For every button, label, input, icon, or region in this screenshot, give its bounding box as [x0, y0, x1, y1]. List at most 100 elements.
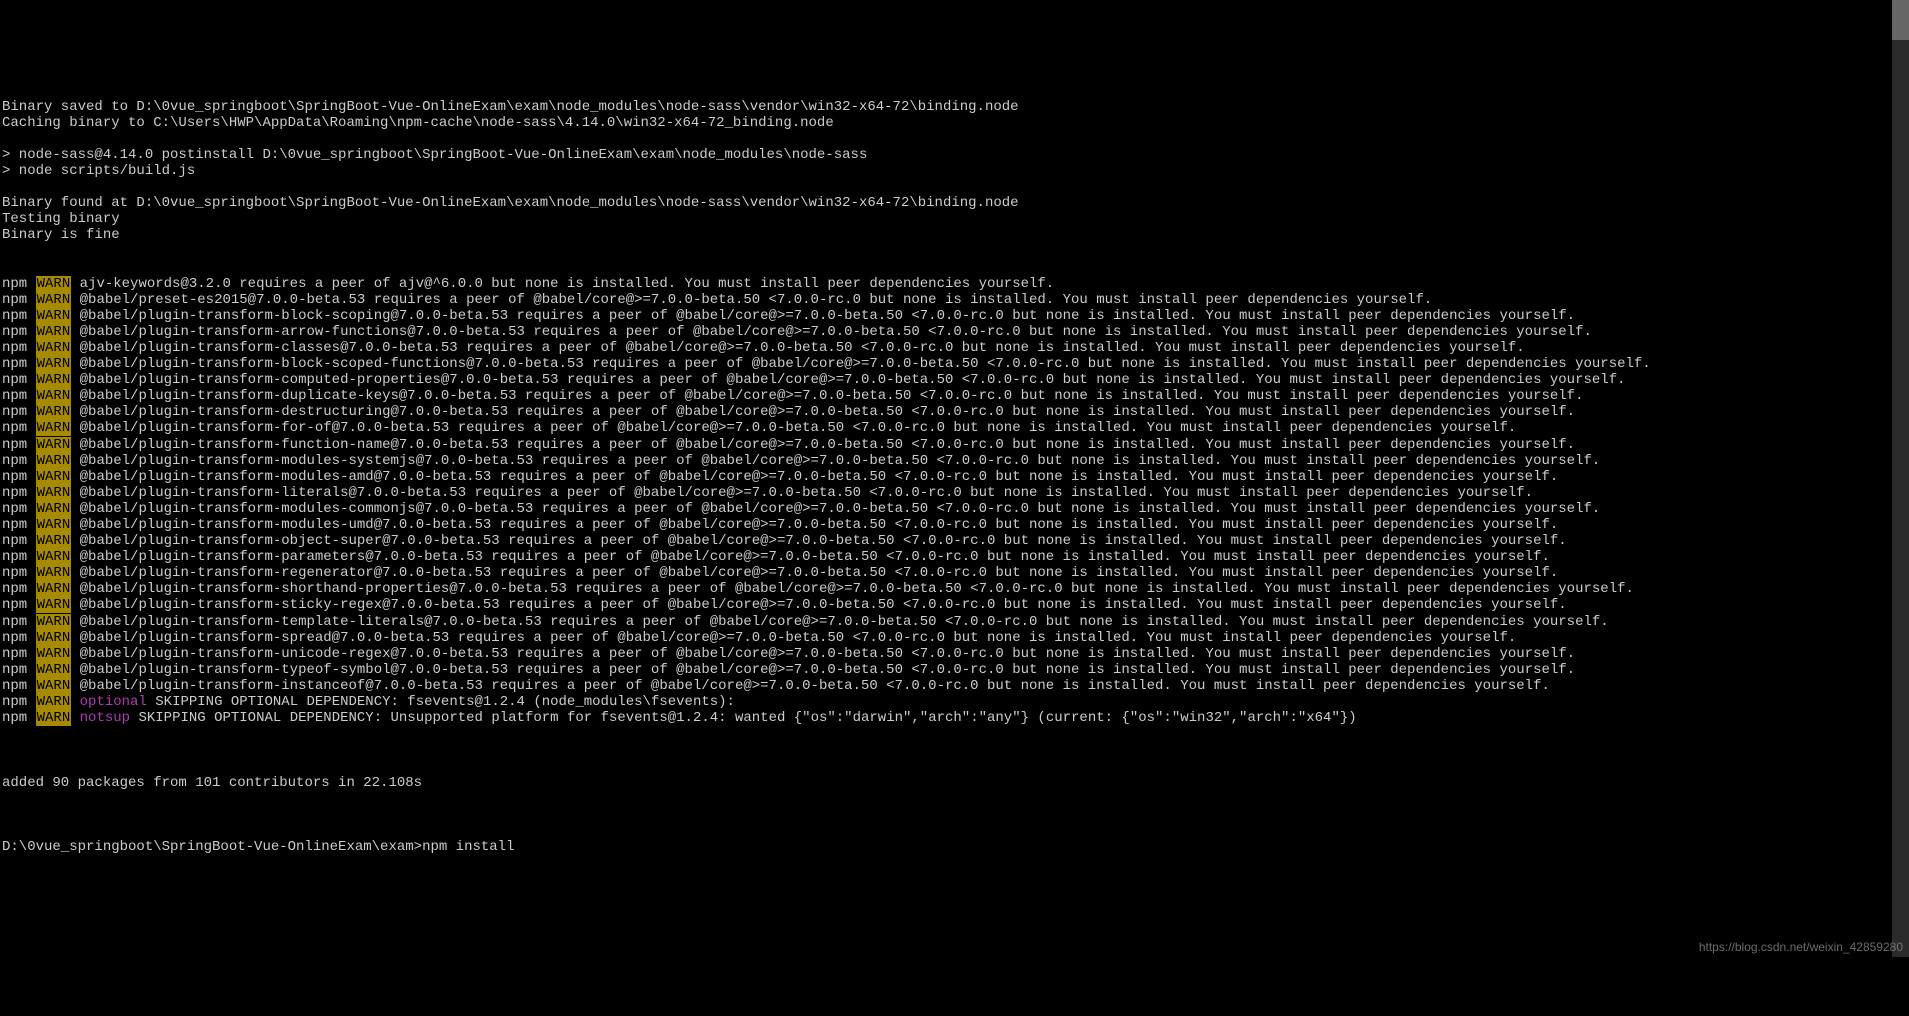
output-header: Binary saved to D:\0vue_springboot\Sprin…	[2, 99, 1889, 244]
warn-badge: WARN	[36, 308, 72, 324]
npm-warn-line: npm WARN @babel/plugin-transform-instanc…	[2, 678, 1889, 694]
npm-warn-line: npm WARN @babel/plugin-transform-modules…	[2, 469, 1889, 485]
npm-label: npm	[2, 678, 27, 694]
vertical-scrollbar[interactable]	[1892, 0, 1909, 957]
npm-warn-line: npm WARN @babel/plugin-transform-paramet…	[2, 549, 1889, 565]
warn-badge: WARN	[36, 420, 72, 436]
warn-message: ajv-keywords@3.2.0 requires a peer of aj…	[80, 276, 1055, 292]
output-line: Binary saved to D:\0vue_springboot\Sprin…	[2, 99, 1889, 115]
warn-message: @babel/plugin-transform-shorthand-proper…	[80, 581, 1634, 597]
prompt-line[interactable]: D:\0vue_springboot\SpringBoot-Vue-Online…	[2, 839, 1889, 855]
warn-badge: WARN	[36, 485, 72, 501]
warn-badge: WARN	[36, 565, 72, 581]
npm-label: npm	[2, 710, 27, 726]
output-line: > node scripts/build.js	[2, 163, 1889, 179]
npm-label: npm	[2, 517, 27, 533]
warn-message: @babel/plugin-transform-for-of@7.0.0-bet…	[80, 420, 1517, 436]
warn-message: @babel/plugin-transform-computed-propert…	[80, 372, 1626, 388]
warn-message: @babel/plugin-transform-modules-systemjs…	[80, 453, 1601, 469]
warn-message: @babel/plugin-transform-unicode-regex@7.…	[80, 646, 1575, 662]
npm-warn-line: npm WARN ajv-keywords@3.2.0 requires a p…	[2, 276, 1889, 292]
npm-label: npm	[2, 565, 27, 581]
npm-label: npm	[2, 597, 27, 613]
warn-badge: WARN	[36, 404, 72, 420]
warn-badge: WARN	[36, 662, 72, 678]
warn-badge: WARN	[36, 549, 72, 565]
warn-message: @babel/plugin-transform-instanceof@7.0.0…	[80, 678, 1550, 694]
npm-warn-line: npm WARN @babel/plugin-transform-sticky-…	[2, 597, 1889, 613]
warn-badge: WARN	[36, 581, 72, 597]
npm-warn-line: npm WARN @babel/plugin-transform-modules…	[2, 453, 1889, 469]
warn-badge: WARN	[36, 324, 72, 340]
warn-badge: WARN	[36, 597, 72, 613]
npm-label: npm	[2, 533, 27, 549]
npm-warn-line: npm WARN @babel/plugin-transform-arrow-f…	[2, 324, 1889, 340]
warn-message: @babel/plugin-transform-object-super@7.0…	[80, 533, 1567, 549]
npm-label: npm	[2, 372, 27, 388]
npm-warn-line: npm WARN @babel/plugin-transform-spread@…	[2, 630, 1889, 646]
warn-message: @babel/plugin-transform-modules-commonjs…	[80, 501, 1601, 517]
output-line: Binary found at D:\0vue_springboot\Sprin…	[2, 195, 1889, 211]
npm-label: npm	[2, 614, 27, 630]
warn-badge: WARN	[36, 372, 72, 388]
npm-label: npm	[2, 694, 27, 710]
warn-message: @babel/plugin-transform-parameters@7.0.0…	[80, 549, 1550, 565]
npm-warn-line: npm WARN @babel/plugin-transform-for-of@…	[2, 420, 1889, 436]
npm-label: npm	[2, 276, 27, 292]
warn-message: @babel/plugin-transform-classes@7.0.0-be…	[80, 340, 1525, 356]
warn-message: @babel/plugin-transform-modules-umd@7.0.…	[80, 517, 1559, 533]
warn-tag-notsup: notsup	[80, 710, 130, 726]
npm-warn-line: npm WARN @babel/plugin-transform-functio…	[2, 437, 1889, 453]
warn-message: @babel/plugin-transform-typeof-symbol@7.…	[80, 662, 1575, 678]
warn-message: @babel/plugin-transform-literals@7.0.0-b…	[80, 485, 1533, 501]
warn-message: @babel/plugin-transform-function-name@7.…	[80, 437, 1575, 453]
npm-warn-line: npm WARN @babel/plugin-transform-unicode…	[2, 646, 1889, 662]
warn-message: @babel/plugin-transform-regenerator@7.0.…	[80, 565, 1559, 581]
warn-message: @babel/plugin-transform-destructuring@7.…	[80, 404, 1575, 420]
warn-badge: WARN	[36, 533, 72, 549]
warn-message: @babel/plugin-transform-duplicate-keys@7…	[80, 388, 1584, 404]
npm-warn-line: npm WARN @babel/plugin-transform-destruc…	[2, 404, 1889, 420]
warn-badge: WARN	[36, 646, 72, 662]
warn-message: @babel/plugin-transform-arrow-functions@…	[80, 324, 1592, 340]
warn-badge: WARN	[36, 276, 72, 292]
npm-warn-line: npm WARN @babel/plugin-transform-duplica…	[2, 388, 1889, 404]
output-line: > node-sass@4.14.0 postinstall D:\0vue_s…	[2, 147, 1889, 163]
warn-badge: WARN	[36, 453, 72, 469]
npm-warn-line: npm WARN @babel/preset-es2015@7.0.0-beta…	[2, 292, 1889, 308]
output-line: Caching binary to C:\Users\HWP\AppData\R…	[2, 115, 1889, 131]
output-line: added 90 packages from 101 contributors …	[2, 775, 1889, 791]
warn-badge: WARN	[36, 388, 72, 404]
output-line	[2, 758, 1889, 774]
npm-label: npm	[2, 469, 27, 485]
npm-warn-line: npm WARN @babel/plugin-transform-literal…	[2, 485, 1889, 501]
npm-warn-line: npm WARN @babel/plugin-transform-templat…	[2, 614, 1889, 630]
warn-badge: WARN	[36, 501, 72, 517]
npm-label: npm	[2, 662, 27, 678]
npm-label: npm	[2, 404, 27, 420]
npm-label: npm	[2, 324, 27, 340]
npm-warn-line: npm WARN @babel/plugin-transform-object-…	[2, 533, 1889, 549]
warn-badge: WARN	[36, 356, 72, 372]
warn-badge: WARN	[36, 517, 72, 533]
npm-warn-block: npm WARN ajv-keywords@3.2.0 requires a p…	[2, 276, 1889, 727]
npm-label: npm	[2, 485, 27, 501]
watermark-text: https://blog.csdn.net/weixin_42859280	[1699, 941, 1903, 955]
npm-warn-line: npm WARN @babel/plugin-transform-classes…	[2, 340, 1889, 356]
output-line	[2, 791, 1889, 807]
npm-label: npm	[2, 356, 27, 372]
npm-label: npm	[2, 581, 27, 597]
output-footer: added 90 packages from 101 contributors …	[2, 758, 1889, 806]
warn-message: @babel/plugin-transform-block-scoping@7.…	[80, 308, 1575, 324]
warn-badge: WARN	[36, 710, 72, 726]
scrollbar-thumb[interactable]	[1892, 0, 1909, 40]
warn-message: @babel/plugin-transform-block-scoped-fun…	[80, 356, 1651, 372]
npm-label: npm	[2, 453, 27, 469]
npm-warn-line: npm WARN notsup SKIPPING OPTIONAL DEPEND…	[2, 710, 1889, 726]
npm-label: npm	[2, 646, 27, 662]
npm-warn-line: npm WARN @babel/plugin-transform-modules…	[2, 517, 1889, 533]
warn-message: SKIPPING OPTIONAL DEPENDENCY: fsevents@1…	[155, 694, 735, 710]
terminal-output[interactable]: Binary saved to D:\0vue_springboot\Sprin…	[2, 66, 1907, 871]
warn-badge: WARN	[36, 340, 72, 356]
npm-warn-line: npm WARN @babel/plugin-transform-block-s…	[2, 308, 1889, 324]
